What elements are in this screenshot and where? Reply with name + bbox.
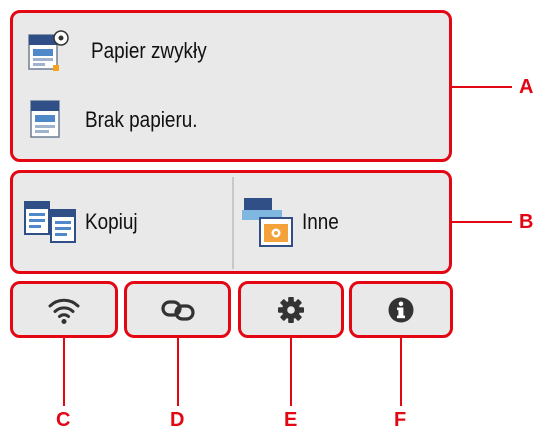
gear-icon: [278, 296, 304, 323]
callout-e-label: E: [284, 409, 298, 431]
paper-type-label: Papier zwykły: [91, 38, 207, 63]
callout-c-label: C: [56, 409, 71, 431]
info-icon: [388, 297, 414, 322]
paper-status-label: Brak papieru.: [85, 107, 198, 132]
link-icon: [160, 299, 195, 321]
wifi-icon: [48, 298, 80, 324]
other-label: Inne: [302, 209, 339, 234]
callout-d-label: D: [170, 409, 185, 431]
callout-f-line: [400, 338, 402, 406]
copy-icon: [24, 201, 76, 243]
function-panel: Kopiuj Inne: [10, 170, 452, 274]
wifi-button[interactable]: [10, 281, 118, 338]
callout-c-line: [63, 338, 65, 406]
callout-e-line: [290, 338, 292, 406]
direct-connection-button[interactable]: [124, 281, 231, 338]
callout-f-label: F: [394, 409, 407, 431]
setup-button[interactable]: [238, 281, 344, 338]
paper-info-panel[interactable]: Papier zwykły Brak papieru.: [10, 10, 452, 162]
callout-b-label: B: [519, 211, 534, 233]
paper-type-row: Papier zwykły: [27, 29, 225, 73]
other-functions-icon: [242, 198, 293, 247]
callout-a-label: A: [519, 76, 534, 98]
copy-button[interactable]: Kopiuj: [13, 173, 232, 271]
copy-label: Kopiuj: [85, 209, 138, 234]
paper-status-row: Brak papieru.: [27, 98, 216, 142]
callout-d-line: [177, 338, 179, 406]
paper-settings-icon: [28, 30, 69, 71]
callout-b-line: [452, 221, 512, 223]
callout-a-line: [452, 86, 512, 88]
other-button[interactable]: Inne: [234, 173, 449, 271]
paper-icon: [30, 100, 60, 138]
info-button[interactable]: [349, 281, 453, 338]
